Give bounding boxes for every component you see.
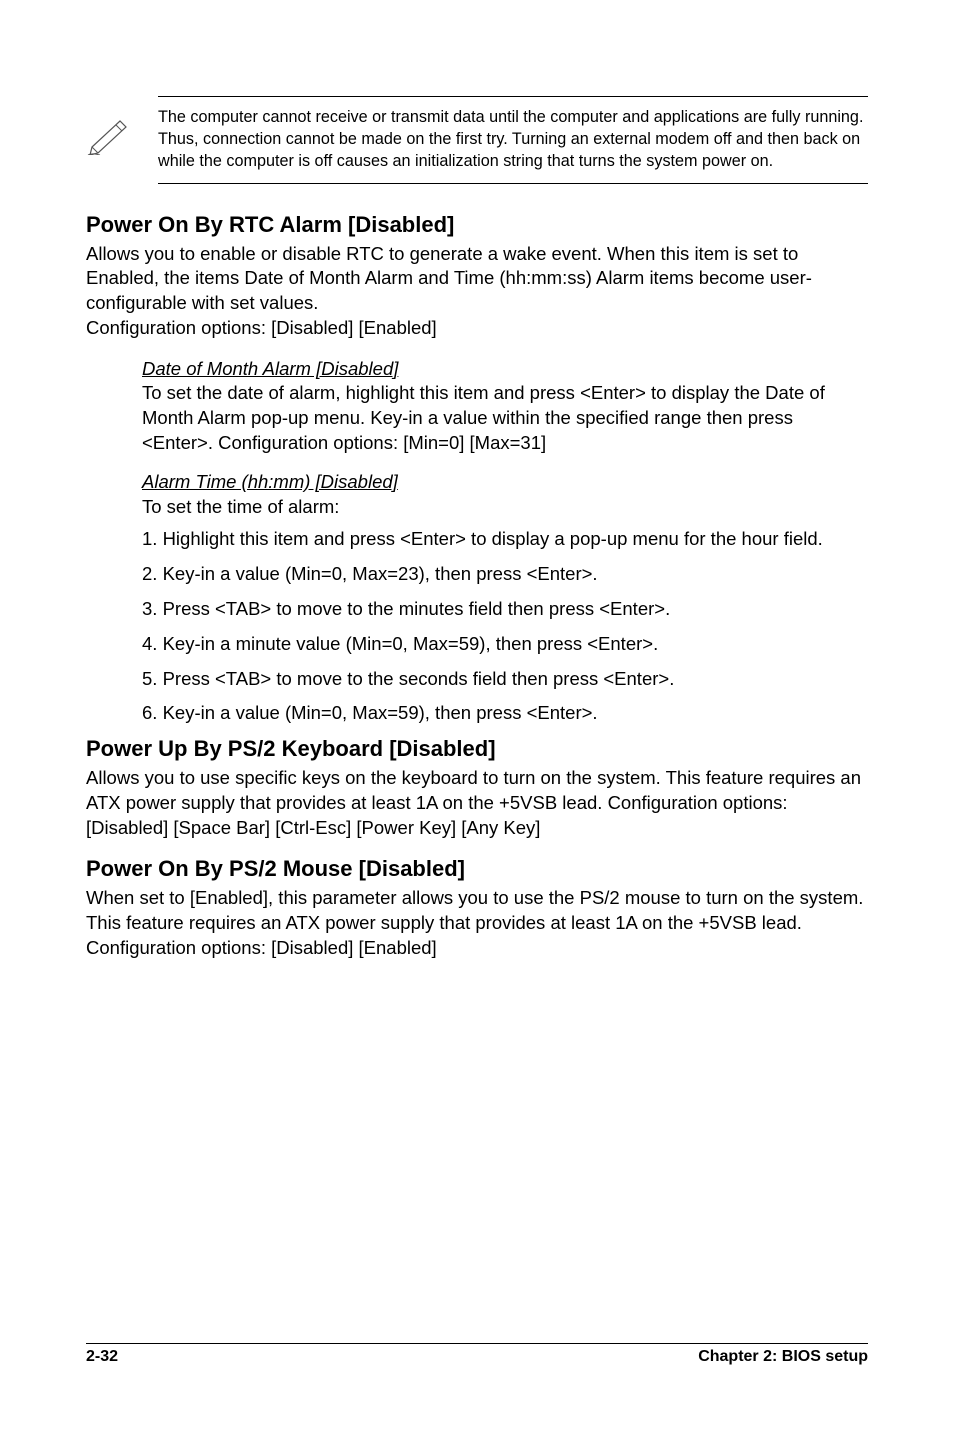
chapter-label: Chapter 2: BIOS setup bbox=[698, 1348, 868, 1366]
page-number: 2-32 bbox=[86, 1348, 118, 1366]
subsection-alarm-time: Alarm Time (hh:mm) [Disabled] To set the… bbox=[142, 470, 868, 520]
steps-list: 1. Highlight this item and press <Enter>… bbox=[142, 527, 868, 726]
list-item: 3. Press <TAB> to move to the minutes fi… bbox=[142, 597, 868, 622]
subsection-date-alarm: Date of Month Alarm [Disabled] To set th… bbox=[142, 357, 868, 456]
list-item: 2. Key-in a value (Min=0, Max=23), then … bbox=[142, 562, 868, 587]
body-rtc-alarm: Allows you to enable or disable RTC to g… bbox=[86, 242, 868, 341]
list-item: 1. Highlight this item and press <Enter>… bbox=[142, 527, 868, 552]
note-block: The computer cannot receive or transmit … bbox=[158, 96, 868, 184]
heading-rtc-alarm: Power On By RTC Alarm [Disabled] bbox=[86, 212, 868, 238]
heading-ps2-mouse: Power On By PS/2 Mouse [Disabled] bbox=[86, 856, 868, 882]
list-item: 5. Press <TAB> to move to the seconds fi… bbox=[142, 667, 868, 692]
note-text: The computer cannot receive or transmit … bbox=[158, 107, 868, 173]
subheading-date-alarm: Date of Month Alarm [Disabled] bbox=[142, 357, 868, 382]
pencil-icon bbox=[86, 115, 134, 155]
body-ps2-mouse: When set to [Enabled], this parameter al… bbox=[86, 886, 868, 960]
page-footer: 2-32 Chapter 2: BIOS setup bbox=[86, 1343, 868, 1366]
body-alarm-time: To set the time of alarm: bbox=[142, 496, 339, 517]
body-date-alarm: To set the date of alarm, highlight this… bbox=[142, 382, 825, 453]
heading-ps2-keyboard: Power Up By PS/2 Keyboard [Disabled] bbox=[86, 736, 868, 762]
list-item: 4. Key-in a minute value (Min=0, Max=59)… bbox=[142, 632, 868, 657]
list-item: 6. Key-in a value (Min=0, Max=59), then … bbox=[142, 701, 868, 726]
body-ps2-keyboard: Allows you to use specific keys on the k… bbox=[86, 766, 868, 840]
subheading-alarm-time: Alarm Time (hh:mm) [Disabled] bbox=[142, 470, 868, 495]
